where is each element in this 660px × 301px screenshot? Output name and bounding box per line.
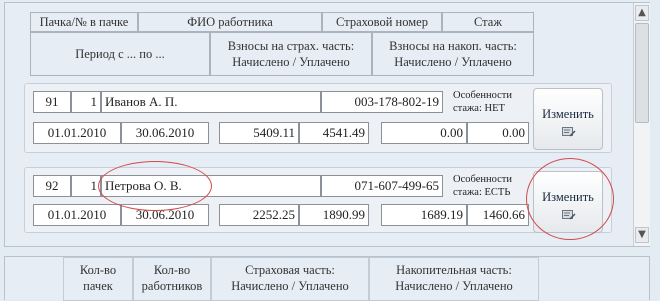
totals-workers-line1: Кол-во <box>153 263 191 277</box>
record-card: 91 1 Иванов А. П. 003-178-802-19 Особенн… <box>24 83 612 153</box>
totals-acc-line1: Накопительная часть: <box>396 263 512 277</box>
totals-panel: Кол-во пачек Кол-во работников Страховая… <box>4 256 650 301</box>
insurance-accrued: 2252.25 <box>219 204 299 226</box>
totals-packs-line2: пачек <box>83 279 113 293</box>
pack-number: 92 <box>33 175 71 197</box>
feature-label: Особенности <box>453 174 512 185</box>
accumulative-paid: 0.00 <box>467 122 529 144</box>
button-highlight-ellipse <box>526 158 614 240</box>
pack-number: 91 <box>33 91 71 113</box>
accumulative-paid: 1460.66 <box>467 204 529 226</box>
record-number: 1 <box>71 91 101 113</box>
period-to: 30.06.2010 <box>121 122 209 144</box>
totals-acc-line2: Начислено / Уплачено <box>395 279 513 293</box>
period-from: 01.01.2010 <box>33 122 121 144</box>
accumulative-accrued: 1689.19 <box>381 204 467 226</box>
employee-name: Иванов А. П. <box>101 91 321 113</box>
feature-value: стажа: НЕТ <box>453 103 505 114</box>
header-fio: ФИО работника <box>187 15 273 29</box>
period-from: 01.01.2010 <box>33 204 121 226</box>
column-header: Пачка/№ в пачке ФИО работника Страховой … <box>30 12 534 76</box>
scroll-up-icon[interactable]: ▲ <box>635 5 649 21</box>
name-highlight-ellipse <box>98 161 212 211</box>
insurance-paid: 4541.49 <box>299 122 369 144</box>
insurance-accrued: 5409.11 <box>219 122 299 144</box>
header-stazh: Стаж <box>474 15 502 29</box>
vertical-scrollbar[interactable]: ▲ ▼ <box>633 3 650 246</box>
insurance-paid: 1890.99 <box>299 204 369 226</box>
insurance-number: 071-607-499-65 <box>321 175 443 197</box>
record-number: 1 <box>71 175 101 197</box>
header-acc-line1: Взносы на накоп. часть: <box>389 39 517 53</box>
edit-button-label: Изменить <box>542 107 594 121</box>
scroll-down-icon[interactable]: ▼ <box>635 227 649 243</box>
header-snils: Страховой номер <box>336 15 428 29</box>
accumulative-accrued: 0.00 <box>381 122 467 144</box>
header-pack: Пачка/№ в пачке <box>39 15 129 29</box>
totals-ins-line2: Начислено / Уплачено <box>231 279 349 293</box>
insurance-number: 003-178-802-19 <box>321 91 443 113</box>
scrollbar-thumb[interactable] <box>635 23 649 123</box>
feature-value: стажа: ЕСТЬ <box>453 187 511 198</box>
totals-packs-line1: Кол-во <box>79 263 117 277</box>
totals-workers-line2: работников <box>141 279 203 293</box>
header-acc-line2: Начислено / Уплачено <box>394 55 512 69</box>
feature-label: Особенности <box>453 90 512 101</box>
header-ins-line2: Начислено / Уплачено <box>232 55 350 69</box>
edit-button[interactable]: Изменить <box>533 88 603 150</box>
header-period: Период с ... по ... <box>75 47 165 61</box>
edit-icon <box>562 127 576 137</box>
totals-ins-line1: Страховая часть: <box>245 263 335 277</box>
header-ins-line1: Взносы на страх. часть: <box>227 39 355 53</box>
